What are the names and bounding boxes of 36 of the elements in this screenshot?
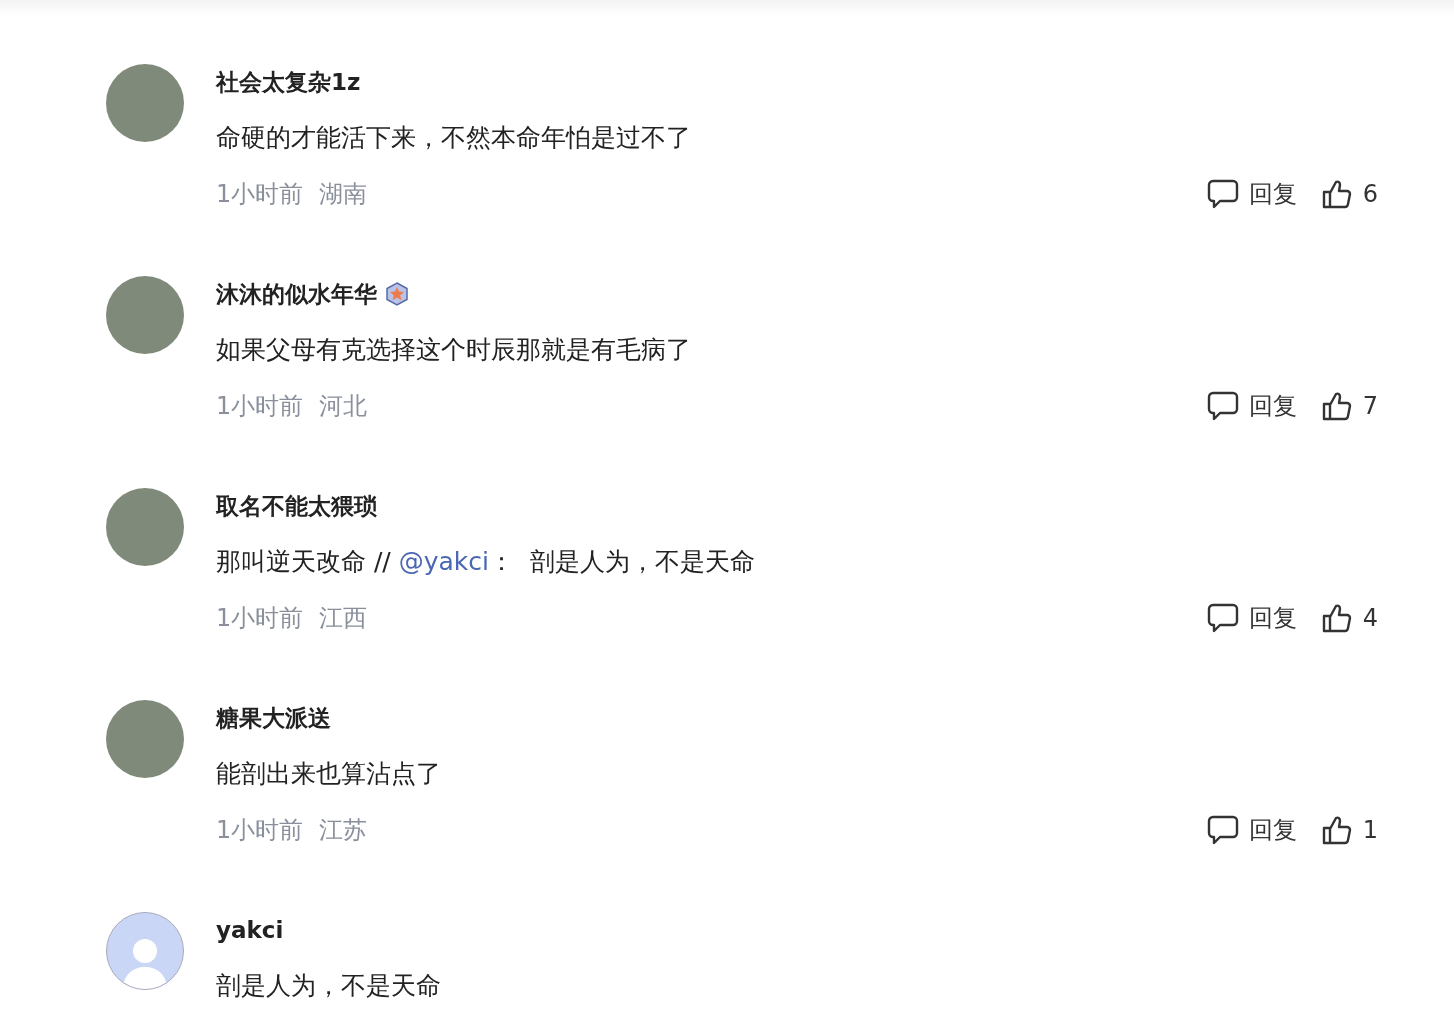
comment-text: 命硬的才能活下来，不然本命年怕是过不了 <box>216 122 692 154</box>
username: yakci <box>216 916 284 945</box>
like-button[interactable]: 7 <box>1320 388 1378 424</box>
timestamp: 1小时前 <box>216 391 304 422</box>
comment-icon <box>1206 815 1239 845</box>
reply-button[interactable]: 回复 <box>1206 812 1297 848</box>
timestamp: 1小时前 <box>216 815 304 846</box>
reply-button[interactable]: 回复 <box>1206 388 1297 424</box>
location: 江西 <box>319 603 368 634</box>
star-badge-icon <box>385 282 409 306</box>
comment-text: 能剖出来也算沾点了 <box>216 758 442 790</box>
like-button[interactable]: 4 <box>1320 600 1378 636</box>
reply-button[interactable]: 回复 <box>1206 600 1297 636</box>
comment-text: 如果父母有克选择这个时辰那就是有毛病了 <box>216 334 692 366</box>
comment-icon <box>1206 391 1239 421</box>
thumbs-up-icon <box>1320 390 1353 422</box>
like-button[interactable]: 6 <box>1320 176 1378 212</box>
reply-button[interactable]: 回复 <box>1206 176 1297 212</box>
username: 糖果大派送 <box>216 704 331 733</box>
comment-text: 剖是人为，不是天命 <box>216 970 442 1002</box>
thumbs-up-icon <box>1320 178 1353 210</box>
comment-icon <box>1206 603 1239 633</box>
comment-text: 那叫逆天改命 // @yakci： 剖是人为，不是天命 <box>216 546 756 578</box>
location: 河北 <box>319 391 368 422</box>
username: 取名不能太猥琐 <box>216 492 377 521</box>
username: 沐沐的似水年华 <box>216 280 377 309</box>
location: 江苏 <box>319 815 368 846</box>
mention-link[interactable]: @yakci <box>398 547 490 576</box>
username: 社会太复杂1z <box>216 68 361 97</box>
timestamp: 1小时前 <box>216 179 304 210</box>
location: 湖南 <box>319 179 368 210</box>
timestamp: 1小时前 <box>216 603 304 634</box>
like-button[interactable]: 1 <box>1320 812 1378 848</box>
comment-icon <box>1206 179 1239 209</box>
thumbs-up-icon <box>1320 814 1353 846</box>
thumbs-up-icon <box>1320 602 1353 634</box>
